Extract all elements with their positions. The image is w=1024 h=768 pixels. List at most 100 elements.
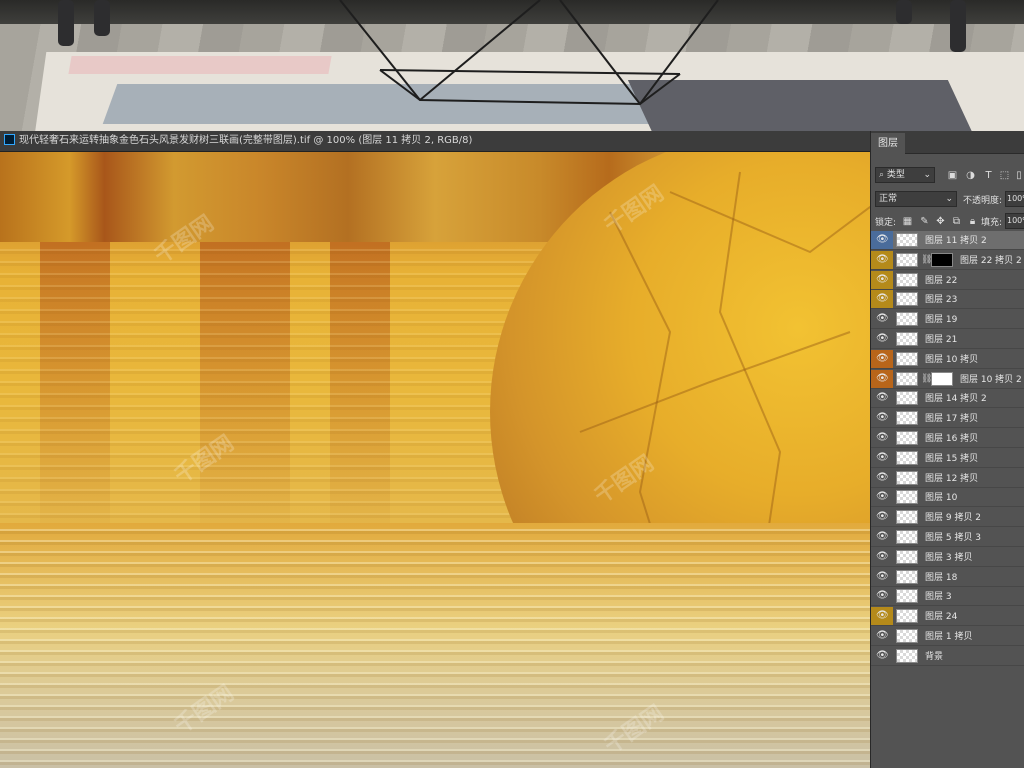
layer-row[interactable]: 👁︎ 图层 18 (871, 568, 1024, 587)
lock-all-icon[interactable]: 🔒︎ (967, 216, 978, 227)
layer-name: 图层 3 (925, 592, 952, 603)
eye-icon: 👁︎ (876, 630, 889, 641)
layer-list: 👁︎ 图层 11 拷贝 2 👁︎ ⛓ 图层 22 拷贝 2 👁︎ 图层 22 👁︎ 图层 23 👁… (871, 231, 1024, 667)
visibility-toggle[interactable]: 👁︎ (871, 270, 893, 289)
layer-row[interactable]: 👁︎ 图层 22 (871, 270, 1024, 290)
smart-object-filter-icon[interactable]: ▯ (1015, 170, 1023, 181)
visibility-toggle[interactable]: 👁︎ (871, 330, 893, 348)
visibility-toggle[interactable]: 👁︎ (871, 627, 893, 645)
layer-row[interactable]: 👁︎ 图层 3 (871, 587, 1024, 607)
visibility-toggle[interactable]: 👁︎ (871, 310, 893, 328)
layers-panel: 图层 ⌕ 类型 ⌄ ▣ ◑ T ⬚ ▯ 正常 ⌄ 不透明度: 100% 锁定: ▦… (870, 131, 1024, 768)
layer-thumbnail (896, 569, 918, 584)
layer-thumbnail (896, 292, 918, 307)
lock-position-icon[interactable]: ✥ (935, 216, 946, 227)
visibility-toggle[interactable]: 👁︎ (871, 429, 893, 447)
eye-icon: 👁︎ (876, 412, 889, 424)
room-preview-image (0, 0, 1024, 131)
layer-row[interactable]: 👁︎ ⛓ 图层 22 拷贝 2 (871, 250, 1024, 270)
layer-name: 图层 18 (925, 572, 958, 583)
layer-row[interactable]: 👁︎ 背景 (871, 647, 1024, 666)
layer-row[interactable]: 👁︎ 图层 5 拷贝 3 (871, 528, 1024, 547)
layer-row[interactable]: 👁︎ 图层 12 拷贝 (871, 469, 1024, 488)
adjustment-filter-icon[interactable]: ◑ (965, 170, 976, 181)
layer-row[interactable]: 👁︎ 图层 10 (871, 488, 1024, 508)
document-title: 现代轻奢石来运转抽象金色石头风景发财树三联画(完整带图层).tif @ 100%… (19, 135, 473, 146)
visibility-toggle[interactable]: 👁︎ (871, 508, 893, 526)
filter-kind-select[interactable]: ⌕ 类型 ⌄ (875, 167, 935, 183)
layer-row[interactable]: 👁︎ 图层 10 拷贝 (871, 349, 1024, 369)
document-canvas[interactable]: 千图网 千图网 千图网 千图网 千图网 千图网 (0, 152, 870, 768)
eye-icon: 👁︎ (876, 531, 889, 542)
lock-artboard-icon[interactable]: ⧉ (951, 216, 962, 227)
visibility-toggle[interactable]: 👁︎ (871, 587, 893, 605)
visibility-toggle[interactable]: 👁︎ (871, 409, 893, 427)
eye-icon: 👁︎ (876, 432, 889, 443)
layer-row[interactable]: 👁︎ 图层 23 (871, 290, 1024, 310)
layer-name: 图层 21 (925, 335, 958, 345)
visibility-toggle[interactable]: 👁︎ (871, 250, 893, 269)
tab-layers[interactable]: 图层 (871, 133, 905, 155)
layer-row[interactable]: 👁︎ 图层 3 拷贝 (871, 548, 1024, 567)
layer-name: 图层 10 拷贝 2 (960, 374, 1022, 385)
fill-input[interactable]: 100% (1005, 213, 1024, 229)
layer-mask-thumbnail[interactable] (931, 371, 953, 386)
visibility-toggle[interactable]: 👁︎ (871, 528, 893, 546)
layer-row[interactable]: 👁︎ 图层 11 拷贝 2 (871, 231, 1024, 250)
mask-link-icon[interactable]: ⛓ (921, 254, 932, 266)
fill-value: 100% (1007, 216, 1024, 225)
layer-name: 图层 22 (925, 275, 958, 286)
layer-mask-thumbnail[interactable] (931, 252, 953, 267)
layer-row[interactable]: 👁︎ 图层 9 拷贝 2 (871, 508, 1024, 528)
visibility-toggle[interactable]: 👁︎ (871, 369, 893, 388)
visibility-toggle[interactable]: 👁︎ (871, 488, 893, 506)
text-filter-icon[interactable]: T (983, 170, 994, 181)
layer-row[interactable]: 👁︎ 图层 24 (871, 607, 1024, 627)
visibility-toggle[interactable]: 👁︎ (871, 469, 893, 487)
visibility-toggle[interactable]: 👁︎ (871, 231, 893, 249)
layer-row[interactable]: 👁︎ 图层 17 拷贝 (871, 409, 1024, 429)
layer-row[interactable]: 👁︎ 图层 21 (871, 330, 1024, 349)
layer-row[interactable]: 👁︎ 图层 14 拷贝 2 (871, 389, 1024, 409)
visibility-toggle[interactable]: 👁︎ (871, 548, 893, 566)
visibility-toggle[interactable]: 👁︎ (871, 349, 893, 368)
layer-name: 图层 23 (925, 295, 958, 306)
layer-thumbnail (896, 411, 918, 426)
eye-icon: 👁︎ (876, 313, 889, 325)
visibility-toggle[interactable]: 👁︎ (871, 607, 893, 626)
layer-thumbnail (896, 648, 918, 663)
lock-row: 锁定: ▦ ✎ ✥ ⧉ 🔒︎ 填充: 100% (871, 213, 1024, 229)
layer-thumbnail (896, 629, 918, 643)
visibility-toggle[interactable]: 👁︎ (871, 568, 893, 586)
pixel-filter-icon[interactable]: ▣ (947, 170, 958, 181)
blend-mode-select[interactable]: 正常 ⌄ (875, 191, 957, 207)
visibility-toggle[interactable]: 👁︎ (871, 389, 893, 407)
layer-thumbnail (896, 490, 918, 505)
visibility-toggle[interactable]: 👁︎ (871, 647, 893, 665)
shape-filter-icon[interactable]: ⬚ (999, 170, 1010, 181)
eye-icon: 👁︎ (876, 234, 889, 245)
layer-thumbnail (896, 312, 918, 327)
layer-row[interactable]: 👁︎ 图层 1 拷贝 (871, 627, 1024, 646)
mask-link-icon[interactable]: ⛓ (921, 373, 932, 385)
visibility-toggle[interactable]: 👁︎ (871, 449, 893, 467)
fill-label: 填充: (981, 218, 1003, 228)
document-tab[interactable]: 现代轻奢石来运转抽象金色石头风景发财树三联画(完整带图层).tif @ 100%… (0, 131, 870, 152)
layer-thumbnail (896, 272, 918, 287)
layer-thumbnail (896, 510, 918, 525)
search-icon: ⌕ (879, 170, 885, 180)
layer-row[interactable]: 👁︎ ⛓ 图层 10 拷贝 2 (871, 369, 1024, 389)
opacity-value: 100% (1007, 194, 1024, 203)
lock-transparent-pixels-icon[interactable]: ▦ (902, 216, 913, 227)
layer-row[interactable]: 👁︎ 图层 16 拷贝 (871, 429, 1024, 448)
eye-icon: 👁︎ (876, 491, 889, 503)
water-surface (0, 523, 870, 768)
layer-name: 图层 10 (925, 493, 958, 504)
layer-row[interactable]: 👁︎ 图层 19 (871, 310, 1024, 330)
blend-mode-value: 正常 (879, 194, 898, 204)
opacity-input[interactable]: 100% (1005, 191, 1024, 207)
layer-name: 背景 (925, 651, 944, 662)
visibility-toggle[interactable]: 👁︎ (871, 290, 893, 309)
lock-image-pixels-icon[interactable]: ✎ (919, 216, 930, 227)
layer-row[interactable]: 👁︎ 图层 15 拷贝 (871, 449, 1024, 468)
